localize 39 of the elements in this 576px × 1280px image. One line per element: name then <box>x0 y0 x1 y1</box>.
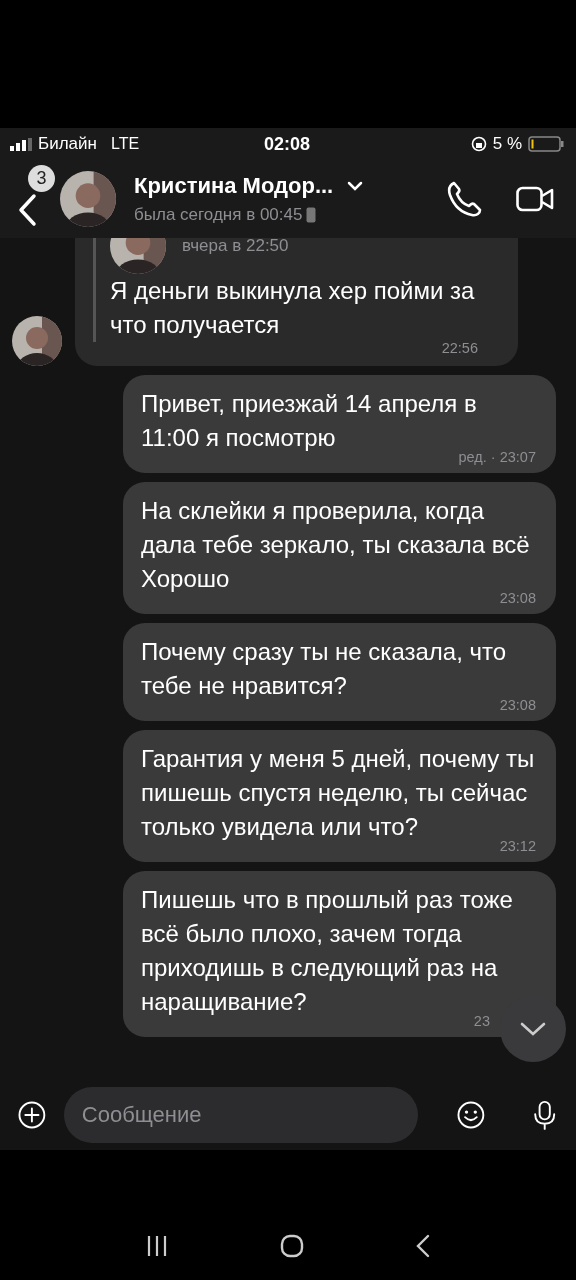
message-bubble[interactable]: Пишешь что в прошлый раз тоже всё было плохо, зачем тогда приходишь в следующий раз на наращивание? 23 <box>123 871 556 1037</box>
last-seen: была сегодня в 00:45 <box>134 205 303 225</box>
message-bubble[interactable]: Гарантия у меня 5 дней, почему ты пишешь спустя неделю, ты сейчас только увидела или что? 23:12 <box>123 730 556 862</box>
recent-apps-icon[interactable] <box>146 1235 168 1257</box>
home-icon[interactable] <box>280 1234 304 1258</box>
avatar <box>12 316 62 366</box>
back-icon[interactable] <box>18 193 38 227</box>
message-text: На склейки я проверила, когда дала тебе зеркало, ты сказала всё Хорошо <box>141 496 531 593</box>
chevron-down-icon <box>520 1021 546 1037</box>
clock: 02:08 <box>264 133 311 155</box>
phone-device-icon <box>306 207 317 223</box>
message-time: 23:08 <box>498 590 536 606</box>
call-icon[interactable] <box>446 180 482 218</box>
message-bubble[interactable]: На склейки я проверила, когда дала тебе зеркало, ты сказала всё Хорошо 23:08 <box>123 482 556 614</box>
battery-icon <box>528 136 564 152</box>
message-text: Я деньги выкинула хер пойми за что получается <box>110 276 476 340</box>
message-bubble[interactable]: вчера в 22:50 Я деньги выкинула хер пойми за что получается 22:56 <box>75 238 518 366</box>
message-bubble[interactable]: Привет, приезжай 14 апреля в 11:00 я посмотрю ред. · 23:07 <box>123 375 556 473</box>
avatar <box>60 171 116 227</box>
message-text: Пишешь что в прошлый раз тоже всё было плохо, зачем тогда приходишь в следующий раз на наращивание? <box>141 885 514 1016</box>
quote-time: вчера в 22:50 <box>182 238 289 257</box>
contact-name[interactable]: Кристина Модор... <box>134 173 334 199</box>
carrier-name: Билайн <box>38 134 97 154</box>
chevron-down-icon[interactable] <box>347 181 364 191</box>
message-field[interactable]: Сообщение <box>63 1087 418 1143</box>
message-text: Почему сразу ты не сказала, что тебе не нравится? <box>141 637 508 700</box>
network-type: LTE <box>110 135 140 153</box>
battery-percent: 5 % <box>492 134 522 154</box>
message-text: Гарантия у меня 5 дней, почему ты пишешь спустя неделю, ты сейчас только увидела или что? <box>141 744 536 841</box>
signal-icon <box>10 137 32 151</box>
message-time: 23:08 <box>498 697 536 713</box>
message-time: 23:12 <box>498 838 536 854</box>
unread-count: 3 <box>28 165 55 192</box>
message-bubble[interactable]: Почему сразу ты не сказала, что тебе не нравится? 23:08 <box>123 623 556 721</box>
rotation-lock-icon <box>470 136 487 152</box>
video-call-icon[interactable] <box>516 186 554 212</box>
message-time: 23 <box>472 1013 491 1029</box>
back-icon[interactable] <box>416 1234 430 1258</box>
message-time: 22:56 <box>440 340 478 356</box>
